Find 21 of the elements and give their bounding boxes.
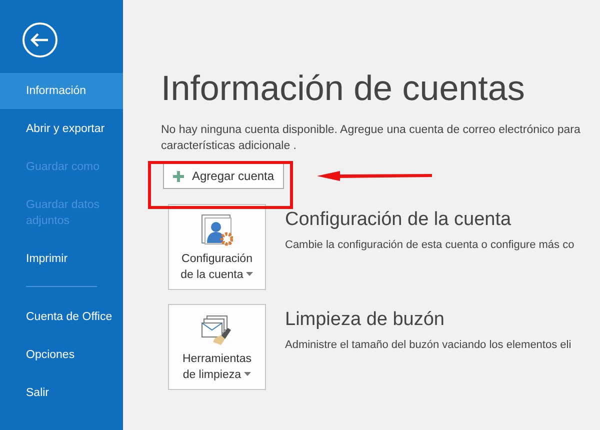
section-heading: Limpieza de buzón <box>285 308 446 332</box>
add-account-button[interactable]: Agregar cuenta <box>163 163 284 189</box>
intro-text: No hay ninguna cuenta disponible. Agregue una cuenta de correo electrónico para características adicionale . <box>161 123 582 154</box>
tool-tile[interactable]: Configuración de la cuenta <box>168 204 266 290</box>
section-description: Cambie la configuración de esta cuenta o configure más co <box>285 238 574 252</box>
sidebar-item[interactable]: Salir <box>0 375 123 411</box>
caret-icon <box>246 272 254 276</box>
sidebar-item[interactable]: Opciones <box>0 337 123 373</box>
sidebar-item[interactable]: Imprimir <box>0 241 123 277</box>
tool-tile[interactable]: Herramientas de limpieza <box>168 304 266 390</box>
plus-icon <box>173 170 184 182</box>
page-title: Información de cuentas <box>161 68 526 110</box>
section-description: Administre el tamaño del buzón vaciando los elementos eli <box>285 338 572 352</box>
account-settings-icon <box>201 214 233 246</box>
section-heading: Configuración de la cuenta <box>285 208 512 232</box>
back-button[interactable] <box>22 22 58 58</box>
sidebar-item[interactable]: Abrir y exportar <box>0 111 123 147</box>
caret-icon <box>244 372 252 376</box>
sidebar-item[interactable]: Cuenta de Office <box>0 299 123 335</box>
sidebar-item[interactable]: Información <box>0 73 123 109</box>
mailbox-cleanup-icon <box>201 314 233 346</box>
